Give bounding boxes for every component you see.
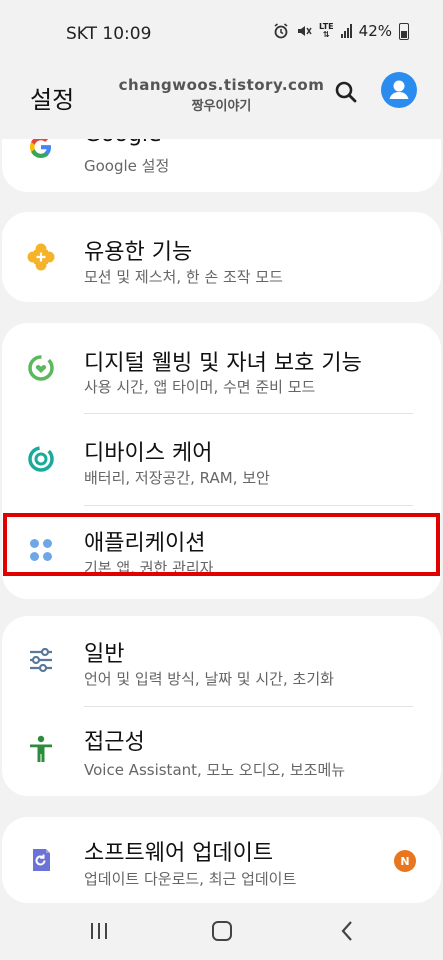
settings-item-general[interactable]: 일반 언어 및 입력 방식, 날짜 및 시간, 초기화 bbox=[2, 616, 441, 706]
new-badge: N bbox=[394, 850, 416, 872]
item-subtitle: 배터리, 저장공간, RAM, 보안 bbox=[84, 469, 270, 487]
home-icon bbox=[212, 921, 232, 941]
item-subtitle: 모션 및 제스처, 한 손 조작 모드 bbox=[84, 268, 283, 286]
item-title: 디바이스 케어 bbox=[84, 441, 213, 466]
status-bar: SKT 10:09 LTE ⇅ 42% bbox=[0, 0, 443, 64]
item-subtitle: 업데이트 다운로드, 최근 업데이트 bbox=[84, 870, 297, 888]
card-general-group: 일반 언어 및 입력 방식, 날짜 및 시간, 초기화 접근성 Voice As… bbox=[2, 616, 441, 796]
item-title: 디지털 웰빙 및 자녀 보호 기능 bbox=[84, 351, 362, 376]
status-icons: LTE ⇅ 42% bbox=[273, 22, 409, 40]
item-title: 일반 bbox=[84, 642, 125, 667]
settings-item-accessibility[interactable]: 접근성 Voice Assistant, 모노 오디오, 보조메뉴 bbox=[2, 707, 441, 796]
item-subtitle: 사용 시간, 앱 타이머, 수면 준비 모드 bbox=[84, 378, 316, 396]
card-software-update: 소프트웨어 업데이트 업데이트 다운로드, 최근 업데이트 N bbox=[2, 817, 441, 903]
sliders-icon bbox=[24, 643, 58, 677]
back-button[interactable] bbox=[333, 919, 363, 943]
accessibility-icon bbox=[24, 732, 58, 766]
alarm-icon bbox=[274, 23, 288, 39]
lte-icon: LTE ⇅ bbox=[318, 22, 334, 39]
navigation-bar bbox=[0, 905, 443, 960]
signal-icon bbox=[340, 24, 352, 38]
wellbeing-icon bbox=[24, 351, 58, 385]
item-subtitle: Google 설정 bbox=[84, 157, 170, 175]
status-time: SKT 10:09 bbox=[66, 24, 152, 44]
settings-item-useful-features[interactable]: 유용한 기능 모션 및 제스처, 한 손 조작 모드 bbox=[2, 212, 441, 302]
battery-percent: 42% bbox=[358, 22, 392, 40]
battery-icon bbox=[399, 22, 409, 40]
settings-item-device-care[interactable]: 디바이스 케어 배터리, 저장공간, RAM, 보안 bbox=[2, 414, 441, 505]
item-title: 소프트웨어 업데이트 bbox=[84, 841, 274, 866]
settings-item-software-update[interactable]: 소프트웨어 업데이트 업데이트 다운로드, 최근 업데이트 N bbox=[2, 817, 441, 903]
item-subtitle: 언어 및 입력 방식, 날짜 및 시간, 초기화 bbox=[84, 670, 334, 688]
card-google-visible: Google Google 설정 bbox=[2, 139, 441, 192]
recent-apps-button[interactable] bbox=[84, 919, 114, 943]
item-subtitle: Voice Assistant, 모노 오디오, 보조메뉴 bbox=[84, 761, 346, 779]
puzzle-plus-icon bbox=[24, 240, 58, 274]
device-care-icon bbox=[24, 442, 58, 476]
header-scroll-mask bbox=[0, 64, 443, 139]
item-title: Google bbox=[84, 139, 162, 147]
settings-item-google-visible[interactable]: Google Google 설정 bbox=[2, 139, 441, 192]
recent-apps-icon bbox=[91, 923, 107, 939]
back-icon bbox=[341, 921, 352, 941]
settings-item-digital-wellbeing[interactable]: 디지털 웰빙 및 자녀 보호 기능 사용 시간, 앱 타이머, 수면 준비 모드 bbox=[2, 323, 441, 413]
software-update-icon bbox=[24, 843, 58, 877]
mute-icon bbox=[297, 26, 312, 36]
item-title: 접근성 bbox=[84, 730, 145, 755]
home-button[interactable] bbox=[207, 919, 237, 943]
highlight-box bbox=[3, 513, 440, 576]
card-useful-features: 유용한 기능 모션 및 제스처, 한 손 조작 모드 bbox=[2, 212, 441, 302]
google-icon bbox=[24, 139, 58, 164]
item-title: 유용한 기능 bbox=[84, 240, 193, 265]
